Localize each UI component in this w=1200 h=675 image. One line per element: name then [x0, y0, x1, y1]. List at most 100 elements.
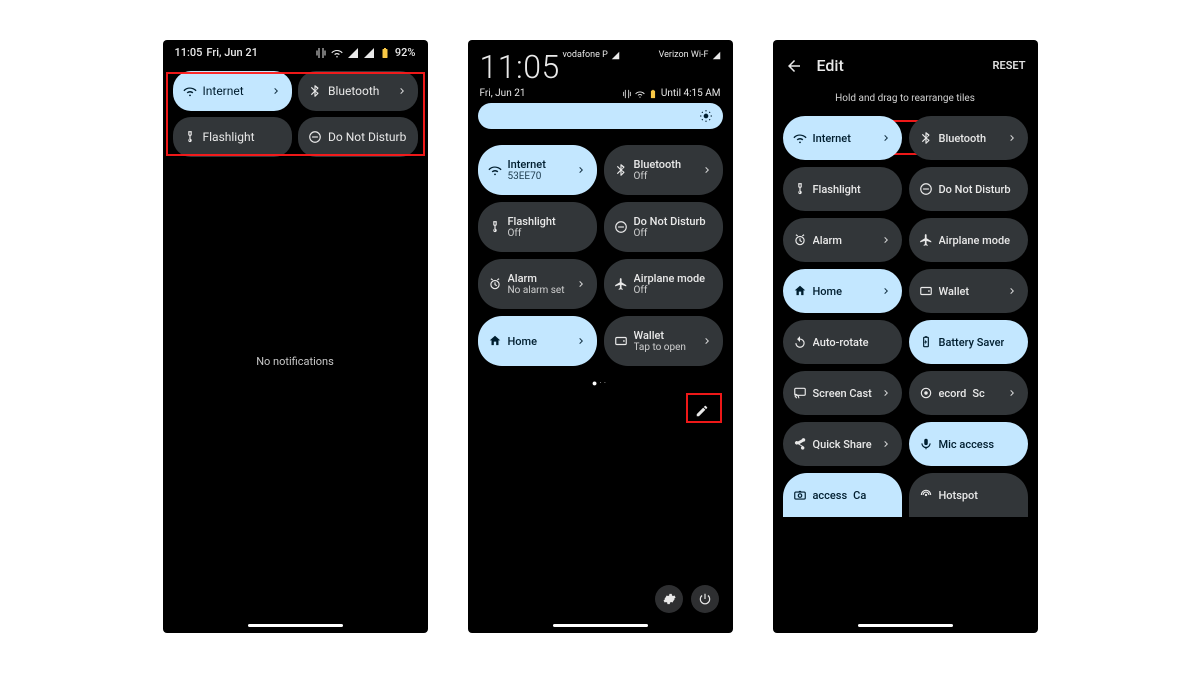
gear-icon: [662, 592, 676, 606]
vibrate-icon: [315, 47, 327, 59]
airplane-icon: [614, 277, 628, 291]
chevron-right-icon: [880, 285, 892, 297]
tile-dnd[interactable]: Do Not Disturb: [298, 117, 418, 157]
tile-mic[interactable]: Mic access: [909, 422, 1028, 466]
tile-label: access: [813, 489, 848, 502]
signal-icon: [363, 47, 375, 59]
tile-label: Flashlight: [813, 183, 861, 196]
tile-bluetooth[interactable]: BluetoothOff: [604, 145, 723, 195]
chevron-right-icon: [1006, 132, 1018, 144]
mic-icon: [919, 437, 933, 451]
tile-title: Flashlight: [508, 215, 556, 228]
tile-wallet[interactable]: Wallet: [909, 269, 1028, 313]
tile-sub: Tap to open: [634, 342, 686, 353]
nav-bar: [163, 624, 428, 627]
tile-title: Wallet: [634, 329, 686, 342]
signal-icon: [347, 47, 359, 59]
hotspot-icon: [919, 488, 933, 502]
tile-flashlight[interactable]: Flashlight: [783, 167, 902, 211]
chevron-right-icon: [396, 85, 408, 97]
tile-airplane[interactable]: Airplane modeOff: [604, 259, 723, 309]
home-icon: [488, 334, 502, 348]
bluetooth-icon: [614, 163, 628, 177]
tile-hotspot[interactable]: Hotspot: [909, 473, 1028, 517]
tile-label: Mic access: [939, 438, 995, 451]
no-notifications-label: No notifications: [163, 355, 428, 368]
carrier-b: Verizon Wi-F: [659, 50, 709, 60]
pencil-icon: [695, 404, 709, 418]
battery-saver-icon: [919, 335, 933, 349]
quick-tiles-row: Internet Bluetooth Flashlight Do Not Dis…: [163, 63, 428, 165]
chevron-right-icon: [575, 335, 587, 347]
tile-label: Battery Saver: [939, 336, 1005, 349]
tile-airplane[interactable]: Airplane mode: [909, 218, 1028, 262]
chevron-right-icon: [575, 164, 587, 176]
tile-dnd[interactable]: Do Not DisturbOff: [604, 202, 723, 252]
power-button[interactable]: [691, 585, 719, 613]
qs-date: Fri, Jun 21: [480, 88, 526, 99]
flashlight-icon: [793, 182, 807, 196]
tile-battery-saver[interactable]: Battery Saver: [909, 320, 1028, 364]
tile-label: Internet: [813, 132, 851, 145]
tile-label: Do Not Disturb: [939, 183, 1011, 196]
tile-flashlight[interactable]: FlashlightOff: [478, 202, 597, 252]
status-bar: 11:05 Fri, Jun 21 92%: [163, 40, 428, 63]
tile-label-extra: Sc: [972, 387, 984, 400]
tile-alarm[interactable]: AlarmNo alarm set: [478, 259, 597, 309]
tile-bluetooth[interactable]: Bluetooth: [298, 71, 418, 111]
bluetooth-icon: [919, 131, 933, 145]
brightness-slider[interactable]: [478, 103, 723, 129]
tile-bluetooth[interactable]: Bluetooth: [909, 116, 1028, 160]
tile-label-extra: Ca: [853, 489, 866, 502]
back-icon[interactable]: [785, 57, 803, 75]
tile-label: Airplane mode: [939, 234, 1011, 247]
tile-autorotate[interactable]: Auto-rotate: [783, 320, 902, 364]
chevron-right-icon: [701, 164, 713, 176]
tile-record[interactable]: ecordSc: [909, 371, 1028, 415]
tile-wallet[interactable]: WalletTap to open: [604, 316, 723, 366]
tile-flashlight[interactable]: Flashlight: [173, 117, 293, 157]
record-icon: [919, 386, 933, 400]
tile-sub: No alarm set: [508, 285, 565, 296]
tile-internet[interactable]: Internet: [173, 71, 293, 111]
signal-icon: [712, 51, 721, 60]
tile-title: Bluetooth: [634, 158, 682, 171]
tile-home[interactable]: Home: [478, 316, 597, 366]
wifi-icon: [488, 163, 502, 177]
tile-quickshare[interactable]: Quick Share: [783, 422, 902, 466]
settings-button[interactable]: [655, 585, 683, 613]
chevron-right-icon: [880, 387, 892, 399]
tile-internet[interactable]: Internet53EE70: [478, 145, 597, 195]
tile-sub: Off: [634, 171, 682, 182]
page-dots: ●··: [468, 378, 733, 389]
bluetooth-icon: [308, 84, 322, 98]
tile-screencast[interactable]: Screen Cast: [783, 371, 902, 415]
chevron-right-icon: [880, 438, 892, 450]
tile-label: Bluetooth: [328, 84, 379, 98]
chevron-right-icon: [575, 278, 587, 290]
tile-sub: 53EE70: [508, 171, 546, 182]
tile-label: Screen Cast: [813, 387, 872, 400]
share-icon: [793, 437, 807, 451]
tile-dnd[interactable]: Do Not Disturb: [909, 167, 1028, 211]
alarm-icon: [488, 277, 502, 291]
chevron-right-icon: [880, 132, 892, 144]
phone-screenshot-1: 11:05 Fri, Jun 21 92% Internet Bluetooth…: [163, 40, 428, 633]
battery-icon: [648, 89, 658, 99]
wifi-icon: [635, 89, 645, 99]
camera-icon: [793, 488, 807, 502]
reset-button[interactable]: RESET: [993, 59, 1026, 72]
tile-label: Quick Share: [813, 438, 872, 451]
quick-tiles-grid: Internet53EE70 BluetoothOff FlashlightOf…: [468, 137, 733, 374]
tile-alarm[interactable]: Alarm: [783, 218, 902, 262]
battery-pct: 92%: [395, 46, 416, 59]
tile-camera-access[interactable]: access Ca: [783, 473, 902, 517]
nav-bar: [468, 624, 733, 627]
vibrate-icon: [622, 89, 632, 99]
tile-internet[interactable]: Internet: [783, 116, 902, 160]
status-time: 11:05: [175, 46, 203, 59]
wifi-icon: [331, 47, 343, 59]
tile-label: Bluetooth: [939, 132, 987, 145]
tile-home[interactable]: Home: [783, 269, 902, 313]
edit-tiles-button[interactable]: [691, 400, 713, 422]
